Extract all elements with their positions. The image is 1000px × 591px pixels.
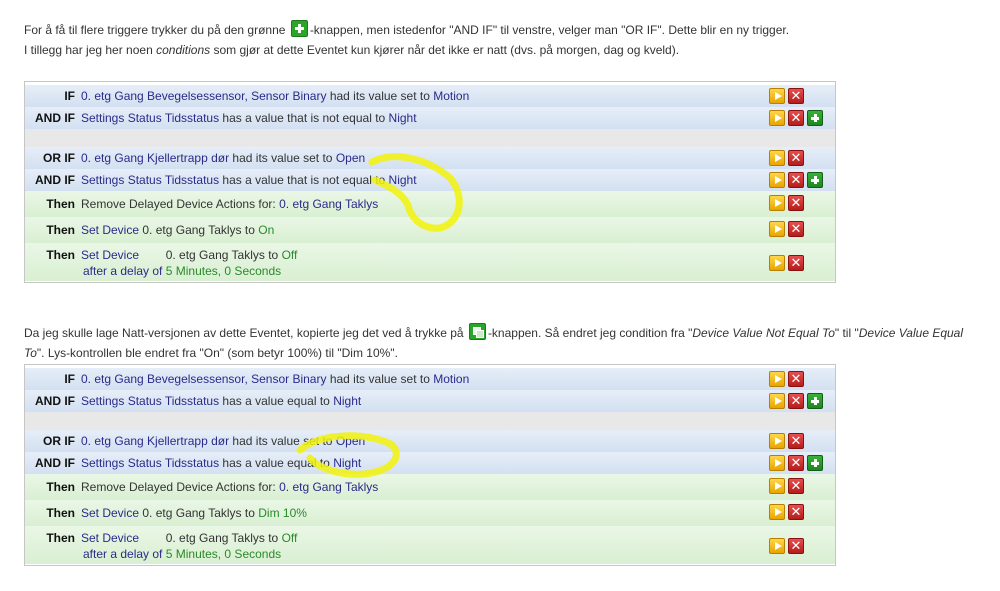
action-row: Then Set Device 0. etg Gang Taklys to Of… (25, 526, 835, 565)
condition-row: IF 0. etg Gang Bevegelsessensor, Sensor … (25, 368, 835, 391)
condition-row: OR IF 0. etg Gang Kjellertrapp dør had i… (25, 147, 835, 170)
run-button[interactable] (769, 433, 785, 449)
delete-button[interactable]: ✕ (788, 433, 804, 449)
delete-button[interactable]: ✕ (788, 371, 804, 387)
condition-row: AND IF Settings Status Tidsstatus has a … (25, 390, 835, 413)
add-condition-button[interactable] (807, 110, 823, 126)
run-button[interactable] (769, 172, 785, 188)
trigger-separator (25, 412, 835, 430)
action-row: Then Set Device 0. etg Gang Taklys to Di… (25, 500, 835, 527)
plus-icon (290, 20, 308, 37)
middle-line-1: Da jeg skulle lage Natt-versjonen av det… (24, 323, 984, 343)
delete-button[interactable]: ✕ (788, 172, 804, 188)
delete-button[interactable]: ✕ (788, 110, 804, 126)
action-row: Then Remove Delayed Device Actions for: … (25, 191, 835, 218)
delete-button[interactable]: ✕ (788, 455, 804, 471)
run-button[interactable] (769, 195, 785, 211)
condition-row: AND IF Settings Status Tidsstatus has a … (25, 107, 835, 130)
delete-button[interactable]: ✕ (788, 88, 804, 104)
add-condition-button[interactable] (807, 393, 823, 409)
delete-button[interactable]: ✕ (788, 255, 804, 271)
run-button[interactable] (769, 455, 785, 471)
intro-paragraph: For å få til flere triggere trykker du p… (24, 20, 789, 60)
run-button[interactable] (769, 255, 785, 271)
action-row: Then Remove Delayed Device Actions for: … (25, 474, 835, 501)
trigger-separator (25, 129, 835, 147)
delete-button[interactable]: ✕ (788, 538, 804, 554)
delete-button[interactable]: ✕ (788, 195, 804, 211)
delete-button[interactable]: ✕ (788, 478, 804, 494)
add-condition-button[interactable] (807, 172, 823, 188)
run-button[interactable] (769, 371, 785, 387)
run-button[interactable] (769, 221, 785, 237)
condition-row: OR IF 0. etg Gang Kjellertrapp dør had i… (25, 430, 835, 453)
action-row: Then Set Device 0. etg Gang Taklys to On… (25, 217, 835, 244)
run-button[interactable] (769, 538, 785, 554)
run-button[interactable] (769, 110, 785, 126)
run-button[interactable] (769, 88, 785, 104)
run-button[interactable] (769, 504, 785, 520)
condition-row: IF 0. etg Gang Bevegelsessensor, Sensor … (25, 85, 835, 108)
event-panel-day: IF 0. etg Gang Bevegelsessensor, Sensor … (24, 81, 836, 283)
action-row: Then Set Device 0. etg Gang Taklys to Of… (25, 243, 835, 282)
delete-button[interactable]: ✕ (788, 504, 804, 520)
delete-button[interactable]: ✕ (788, 150, 804, 166)
event-panel-night: IF 0. etg Gang Bevegelsessensor, Sensor … (24, 364, 836, 566)
delete-button[interactable]: ✕ (788, 221, 804, 237)
delete-button[interactable]: ✕ (788, 393, 804, 409)
middle-line-2: To". Lys-kontrollen ble endret fra "On" … (24, 346, 398, 360)
copy-icon (468, 323, 486, 340)
run-button[interactable] (769, 393, 785, 409)
run-button[interactable] (769, 150, 785, 166)
add-condition-button[interactable] (807, 455, 823, 471)
run-button[interactable] (769, 478, 785, 494)
condition-row: AND IF Settings Status Tidsstatus has a … (25, 452, 835, 475)
intro-line-2: I tillegg har jeg her noen conditions so… (24, 43, 680, 57)
condition-row: AND IF Settings Status Tidsstatus has a … (25, 169, 835, 192)
middle-paragraph: Da jeg skulle lage Natt-versjonen av det… (24, 323, 984, 363)
intro-line-1: For å få til flere triggere trykker du p… (24, 20, 789, 40)
